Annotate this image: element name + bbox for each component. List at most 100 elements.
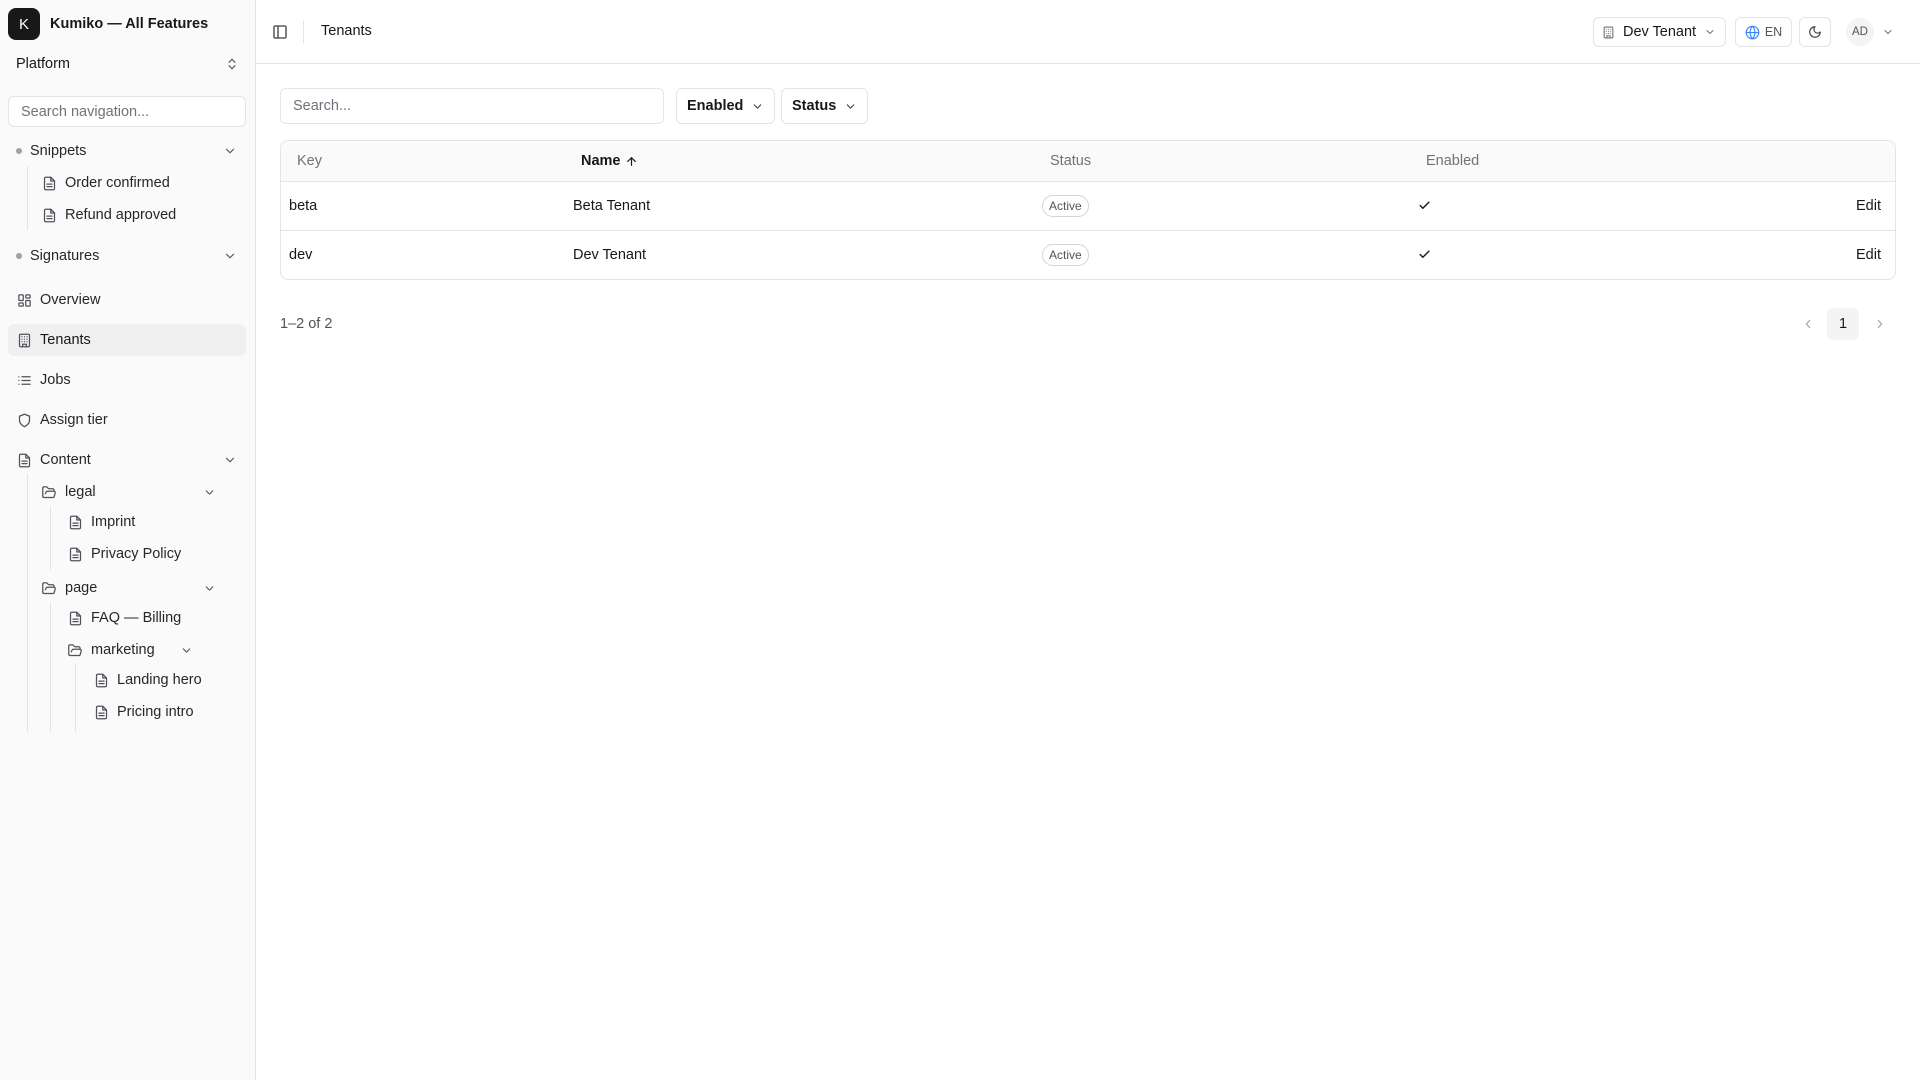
cell-name: Dev Tenant — [573, 247, 647, 263]
filter-label: Status — [792, 98, 837, 114]
filter-status-button[interactable]: Status — [781, 88, 869, 124]
sidebar-item-label: Jobs — [40, 372, 71, 388]
edit-link[interactable]: Edit — [1856, 247, 1881, 263]
chevrons-up-down-icon — [225, 57, 239, 71]
folder-open-icon — [41, 580, 57, 596]
language-label: EN — [1764, 25, 1783, 39]
chevron-down-icon — [1704, 26, 1716, 38]
status-badge: Active — [1042, 244, 1089, 266]
column-key[interactable]: Key — [297, 153, 322, 169]
chevron-down-icon[interactable] — [178, 642, 194, 658]
tree-line — [27, 474, 28, 732]
chevron-down-icon[interactable] — [201, 484, 217, 500]
sidebar-item-jobs[interactable]: Jobs — [16, 369, 71, 391]
chevron-down-icon[interactable] — [222, 143, 238, 159]
sidebar-item-assign-tier[interactable]: Assign tier — [16, 409, 108, 431]
nav-group-snippets[interactable]: Snippets — [16, 140, 238, 162]
status-badge: Active — [1042, 195, 1089, 217]
content-item-label: Privacy Policy — [91, 546, 182, 562]
chevron-down-icon[interactable] — [1880, 24, 1896, 40]
file-icon — [67, 610, 83, 626]
globe-icon — [1745, 25, 1760, 40]
arrow-up-icon — [625, 155, 638, 168]
folder-marketing[interactable]: marketing — [67, 639, 194, 661]
main-content: Tenants Dev Tenant EN AD Enabled — [256, 0, 1920, 1080]
file-icon — [93, 672, 109, 688]
column-name[interactable]: Name — [581, 153, 638, 169]
content-item-label: Pricing intro — [117, 704, 194, 720]
table-row[interactable]: dev Dev Tenant Active Edit — [281, 231, 1895, 279]
chevron-right-icon[interactable] — [1871, 315, 1889, 333]
chevron-down-icon[interactable] — [201, 580, 217, 596]
workspace-label: Platform — [16, 56, 70, 72]
folder-page[interactable]: page — [41, 577, 217, 599]
file-icon — [16, 452, 32, 468]
filter-enabled-button[interactable]: Enabled — [676, 88, 776, 124]
file-icon — [41, 207, 57, 223]
content-item[interactable]: Landing hero — [93, 669, 202, 691]
building-icon — [1602, 26, 1615, 39]
avatar[interactable]: AD — [1846, 18, 1874, 46]
theme-toggle[interactable] — [1799, 17, 1831, 47]
sidebar-item-overview[interactable]: Overview — [16, 289, 100, 311]
sidebar-item-label: Overview — [40, 292, 101, 308]
table-header: Key Name Status Enabled — [281, 141, 1895, 182]
content-item-label: Landing hero — [117, 672, 202, 688]
file-icon — [67, 546, 83, 562]
column-enabled[interactable]: Enabled — [1426, 153, 1479, 169]
chevron-down-icon — [844, 100, 857, 113]
sidebar-item-tenants[interactable]: Tenants — [16, 329, 91, 351]
page-button-current[interactable]: 1 — [1827, 308, 1859, 340]
table-row[interactable]: beta Beta Tenant Active Edit — [281, 182, 1895, 231]
brand[interactable]: K Kumiko — All Features — [8, 8, 208, 40]
language-switcher[interactable]: EN — [1735, 17, 1792, 47]
sidebar-item-label: Assign tier — [40, 412, 108, 428]
sidebar: K Kumiko — All Features Platform Snippet… — [0, 0, 256, 1080]
divider — [303, 21, 304, 43]
chevron-left-icon[interactable] — [1799, 315, 1817, 333]
check-icon — [1416, 246, 1432, 262]
tree-line — [50, 602, 51, 732]
tree-line — [75, 664, 76, 732]
building-icon — [16, 332, 32, 348]
cell-key: beta — [289, 198, 318, 214]
sidebar-item-label: Content — [40, 452, 91, 468]
folder-open-icon — [67, 642, 83, 658]
filter-label: Enabled — [687, 98, 744, 114]
tenant-switcher-label: Dev Tenant — [1623, 24, 1697, 40]
nav-search-input[interactable] — [8, 96, 246, 127]
nav-group-label: Snippets — [30, 143, 87, 159]
chevron-down-icon[interactable] — [222, 452, 238, 468]
folder-label: legal — [65, 484, 96, 500]
cell-name: Beta Tenant — [573, 198, 651, 214]
topbar: Tenants Dev Tenant EN AD — [256, 0, 1920, 64]
nav-group-signatures[interactable]: Signatures — [16, 245, 238, 267]
chevron-down-icon[interactable] — [222, 248, 238, 264]
shield-icon — [16, 412, 32, 428]
chevron-down-icon — [751, 100, 764, 113]
column-status[interactable]: Status — [1050, 153, 1091, 169]
folder-legal[interactable]: legal — [41, 481, 217, 503]
content-item[interactable]: Imprint — [67, 511, 135, 533]
panel-left-icon[interactable] — [270, 22, 290, 42]
sidebar-item-content[interactable]: Content — [16, 449, 238, 471]
check-icon — [1416, 197, 1432, 213]
breadcrumb: Tenants — [321, 23, 372, 39]
folder-label: marketing — [91, 642, 155, 658]
content-item[interactable]: Privacy Policy — [67, 543, 181, 565]
content-item[interactable]: FAQ — Billing — [67, 607, 181, 629]
content-item-label: FAQ — Billing — [91, 610, 182, 626]
snippet-item[interactable]: Refund approved — [41, 204, 176, 226]
folder-label: page — [65, 580, 98, 596]
layout-grid-icon — [16, 292, 32, 308]
file-icon — [93, 704, 109, 720]
workspace-switcher[interactable]: Platform — [16, 52, 239, 76]
list-icon — [16, 372, 32, 388]
snippet-label: Refund approved — [65, 207, 177, 223]
tenant-switcher[interactable]: Dev Tenant — [1593, 17, 1726, 47]
search-input[interactable] — [280, 88, 664, 124]
edit-link[interactable]: Edit — [1856, 198, 1881, 214]
snippet-item[interactable]: Order confirmed — [41, 172, 170, 194]
content-item[interactable]: Pricing intro — [93, 701, 194, 723]
pagination-summary: 1–2 of 2 — [280, 316, 333, 332]
